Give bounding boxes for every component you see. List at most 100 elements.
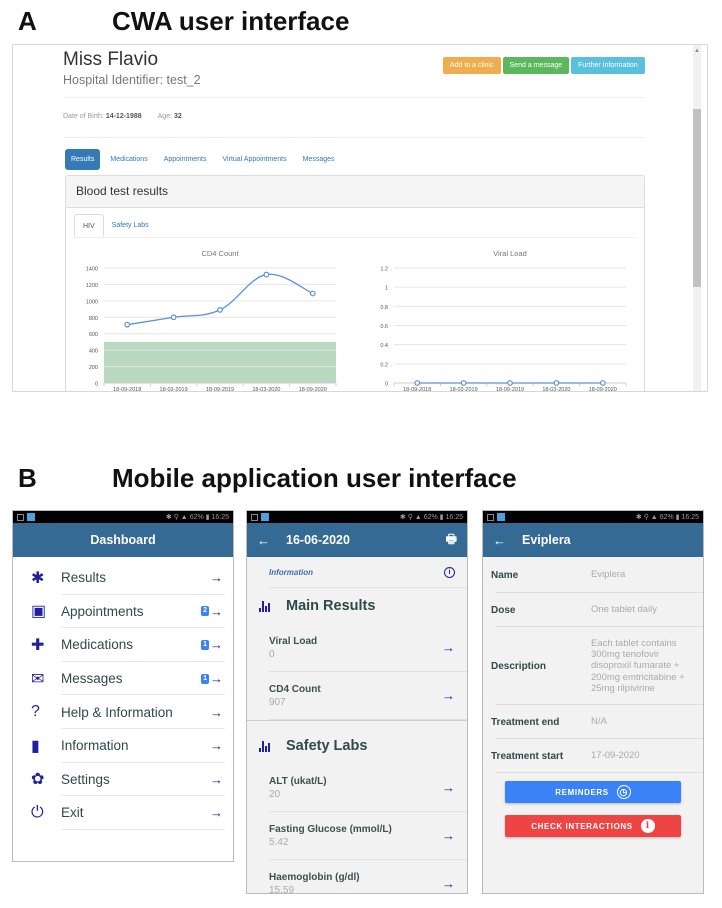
result-name: Haemoglobin (g/dl) <box>269 871 360 883</box>
arrow-right-icon[interactable]: → <box>210 705 223 720</box>
result-list-item[interactable]: Haemoglobin (g/dl) 15.59 → <box>247 860 467 894</box>
divider <box>63 137 645 138</box>
y-tick-label: 400 <box>89 349 98 355</box>
information-row[interactable]: Information i <box>247 557 467 587</box>
result-name: ALT (ukat/L) <box>269 775 327 787</box>
tab-messages[interactable]: Messages <box>297 149 341 170</box>
add-to-clinic-button[interactable]: Add to a clinic <box>443 57 501 74</box>
battery-level: 62% <box>189 514 204 521</box>
y-tick-label: 1400 <box>86 267 98 273</box>
data-point <box>553 380 560 386</box>
medication-detail-row: Treatment start 17-09-2020 <box>483 739 703 773</box>
result-text: Haemoglobin (g/dl) 15.59 <box>269 871 360 894</box>
arrow-right-icon[interactable]: → <box>210 738 223 753</box>
result-list-item[interactable]: CD4 Count 907 → <box>247 672 467 719</box>
arrow-right-icon[interactable]: → <box>210 772 223 787</box>
app-icon <box>27 513 35 521</box>
reminders-button[interactable]: REMINDERS ◷ <box>505 781 681 803</box>
tab-virtual-appointments[interactable]: Virtual Appointments <box>217 149 293 170</box>
x-tick-label: 18-03-2020 <box>252 387 280 392</box>
data-point <box>599 380 606 386</box>
gear-icon: ✿ <box>31 771 45 789</box>
print-icon[interactable]: 🖶 <box>446 530 457 551</box>
dashboard-item-trailing: → <box>197 738 225 753</box>
battery-icon: ▮ <box>205 514 210 521</box>
signal-icon: ✱ ⚲ ▲ <box>399 514 424 521</box>
arrow-right-icon[interactable]: → <box>210 671 223 686</box>
arrow-right-icon[interactable]: → <box>442 688 455 703</box>
y-tick-label: 200 <box>89 365 98 371</box>
dashboard-item-settings[interactable]: ✿ Settings → <box>21 763 225 797</box>
status-bar: ✱ ⚲ ▲ 62% ▮ 16:25 <box>13 511 233 523</box>
sub-tab-hiv[interactable]: HIV <box>74 214 104 237</box>
app-bar: ← 16-06-2020 🖶 <box>247 523 467 557</box>
check-interactions-label: CHECK INTERACTIONS <box>531 821 633 831</box>
patient-name: Miss Flavio <box>63 49 159 70</box>
info-icon: i <box>640 819 655 833</box>
main-results-heading: Main Results <box>247 588 467 624</box>
cd4-chart-svg: CD4 Count 0 200 400 600 800 1000 1200 1400 18-09-… <box>86 249 337 392</box>
tab-results[interactable]: Results <box>65 149 101 170</box>
arrow-right-icon[interactable]: → <box>210 604 223 619</box>
bar-chart-icon <box>259 740 270 752</box>
back-arrow-icon[interactable]: ← <box>493 533 506 548</box>
dashboard-item-exit[interactable]: ⏻ Exit → <box>21 796 225 830</box>
detail-key: Name <box>491 569 519 581</box>
detail-value: 17-09-2020 <box>591 750 640 762</box>
detail-key: Treatment end <box>491 716 560 728</box>
arrow-right-icon[interactable]: → <box>442 876 455 891</box>
data-point <box>170 314 177 321</box>
data-point <box>263 271 270 278</box>
arrow-right-icon[interactable]: → <box>210 805 223 820</box>
x-tick-label: 18-03-2020 <box>542 387 570 392</box>
dashboard-item-information[interactable]: ▮ Information → <box>21 729 225 763</box>
info-circle-icon[interactable]: i <box>444 566 455 578</box>
arrow-right-icon[interactable]: → <box>442 640 455 655</box>
y-tick-label: 800 <box>89 316 98 322</box>
alarm-clock-icon: ◷ <box>616 785 631 799</box>
dashboard-item-trailing: 1 → <box>197 637 225 652</box>
page-scrollbar[interactable]: ▲ <box>693 45 701 391</box>
data-point <box>414 380 421 386</box>
result-list-item[interactable]: ALT (ukat/L) 20 → <box>247 764 467 811</box>
check-interactions-button[interactable]: CHECK INTERACTIONS i <box>505 815 681 837</box>
arrow-right-icon[interactable]: → <box>442 780 455 795</box>
medication-details: Name Eviplera Dose One tablet daily Descript… <box>483 557 703 773</box>
dashboard-item-trailing: → <box>197 705 225 720</box>
scroll-up-arrow-icon[interactable]: ▲ <box>693 47 701 55</box>
scroll-thumb[interactable] <box>693 109 701 287</box>
result-list-item[interactable]: Fasting Glucose (mmol/L) 5.42 → <box>247 812 467 859</box>
dashboard-item-trailing: 2 → <box>197 604 225 619</box>
result-value: 0 <box>269 648 275 660</box>
signal-icon: ✱ ⚲ ▲ <box>165 514 190 521</box>
x-tick-label: 18-03-2019 <box>450 387 478 392</box>
detail-key: Dose <box>491 604 516 616</box>
arrow-right-icon[interactable]: → <box>210 637 223 652</box>
count-badge: 1 <box>201 673 209 684</box>
app-bar: Dashboard <box>13 523 233 557</box>
dashboard-item-results[interactable]: ✱ Results → <box>21 561 225 595</box>
x-tick-label: 18-09-2018 <box>113 387 141 392</box>
x-tick-label: 18-09-2019 <box>206 387 234 392</box>
further-information-button[interactable]: Further Information <box>571 57 645 74</box>
arrow-right-icon[interactable]: → <box>442 828 455 843</box>
tab-appointments[interactable]: Appointments <box>158 149 213 170</box>
dashboard-item-help-information[interactable]: ? Help & Information → <box>21 695 225 729</box>
sub-tab-safety-labs[interactable]: Safety Labs <box>104 214 157 237</box>
y-tick-label: 1.2 <box>380 267 388 273</box>
back-arrow-icon[interactable]: ← <box>257 533 270 548</box>
age-label: Age: <box>157 113 172 120</box>
tab-medications[interactable]: Medications <box>104 149 153 170</box>
dashboard-item-label: Information <box>61 738 129 754</box>
count-badge: 2 <box>201 606 209 617</box>
arrow-right-icon[interactable]: → <box>210 570 223 585</box>
battery-level: 62% <box>659 514 674 521</box>
calendar-icon: ▣ <box>31 603 47 621</box>
dashboard-item-appointments[interactable]: ▣ Appointments 2 → <box>21 595 225 629</box>
result-list-item[interactable]: Viral Load 0 → <box>247 624 467 671</box>
send-message-button[interactable]: Send a message <box>502 57 570 74</box>
dashboard-item-messages[interactable]: ✉ Messages 1 → <box>21 662 225 696</box>
chart-title: CD4 Count <box>201 249 239 258</box>
count-badge: 1 <box>201 639 209 650</box>
dashboard-item-medications[interactable]: ✚ Medications 1 → <box>21 628 225 662</box>
